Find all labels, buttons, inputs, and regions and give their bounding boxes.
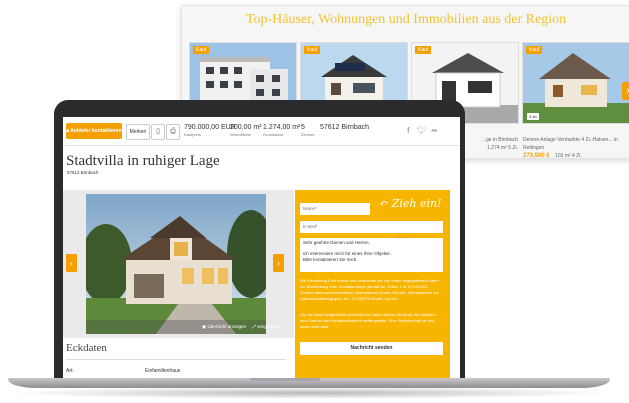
message-textarea[interactable]: Sehr geehrte Damen und Herren, ich inter… xyxy=(300,238,443,272)
pdf-icon[interactable]: ▯ xyxy=(151,124,165,140)
property-card-4[interactable]: Kauf 3:4b xyxy=(522,42,629,124)
villa-main-photo[interactable] xyxy=(86,194,266,334)
twitter-icon[interactable]: 🐦︎ xyxy=(417,126,427,135)
gallery-next-arrow[interactable]: › xyxy=(273,254,284,272)
listing-location: 57612 Birnbach xyxy=(67,170,99,175)
divider xyxy=(66,359,286,360)
key-data-heading: Eckdaten xyxy=(66,342,107,354)
facebook-icon[interactable]: f xyxy=(407,126,410,135)
card4-facts: 103 m² 4 Zi. xyxy=(555,153,582,159)
send-message-button[interactable]: Nachricht senden xyxy=(300,342,443,355)
villa-photo xyxy=(523,43,629,123)
card-badge: 3:4b xyxy=(527,113,539,120)
printer-icon[interactable]: ⎙ xyxy=(166,124,180,140)
card-tag: Kauf xyxy=(526,46,543,54)
laptop-notch xyxy=(250,378,320,381)
card4-caption: Devere Anlage Vermarkte 4 Zi.-Halsen... … xyxy=(523,137,618,159)
curl-arrow-icon: ↶ xyxy=(379,197,392,210)
card-tag: Kauf xyxy=(304,46,321,54)
living-area-fact: 200,00 m² Wohnfläche xyxy=(230,124,262,137)
card-tag: Kauf xyxy=(193,46,210,54)
listing-toolbar: 🔒︎ Anbieter kontaktieren Merken ▯ ⎙ 790.… xyxy=(63,117,460,146)
chevron-right-icon[interactable]: › xyxy=(622,82,629,100)
email-field[interactable] xyxy=(300,221,443,233)
forwarding-note: Die von Ihnen mitgeteilten persönlichen … xyxy=(300,312,437,329)
overview-button[interactable]: ▣ Übersicht anzeigen xyxy=(202,324,246,329)
key-data-value: Einfamilienhaus xyxy=(145,368,181,374)
photo-actions: ▣ Übersicht anzeigen ⤢ vergrößern xyxy=(202,324,279,330)
card-tag: Kauf xyxy=(415,46,432,54)
laptop-shadow xyxy=(4,387,614,399)
enlarge-button[interactable]: ⤢ vergrößern xyxy=(252,324,279,329)
name-field[interactable] xyxy=(300,203,370,215)
save-button[interactable]: Merken xyxy=(126,124,150,140)
card4-price: 273,500 € xyxy=(523,153,550,159)
laptop-screen: 🔒︎ Anbieter kontaktieren Merken ▯ ⎙ 790.… xyxy=(63,117,460,378)
contact-provider-button[interactable]: 🔒︎ Anbieter kontaktieren xyxy=(66,123,122,139)
gallery-prev-arrow[interactable]: ‹ xyxy=(66,254,77,272)
privacy-note: Die Eilmeldung Post erhebt und verarbeit… xyxy=(300,278,439,301)
card3-caption: ...ge in Birnbach 1.274 m² 5 Zi. xyxy=(481,137,518,151)
contact-form: ↶ Zieh ein! Pflichtangaben Sehr geehrte … xyxy=(295,190,450,378)
price-fact: 790.000,00 EUR Kaufpreis xyxy=(184,124,236,137)
listing-title: Stadtvilla in ruhiger Lage xyxy=(66,153,220,169)
handwritten-slogan: ↶ Zieh ein! xyxy=(379,197,442,210)
regional-heading: Top-Häuser, Wohnungen und Immobilien aus… xyxy=(245,12,567,27)
key-data-label: Art: xyxy=(66,368,74,374)
location-fact: 57612 Birnbach xyxy=(320,124,370,131)
share-icon[interactable]: ➦ xyxy=(431,126,438,135)
plot-area-fact: 1.274,00 m² Grundstück xyxy=(263,124,301,137)
rooms-fact: 5 Zimmer xyxy=(301,124,315,137)
